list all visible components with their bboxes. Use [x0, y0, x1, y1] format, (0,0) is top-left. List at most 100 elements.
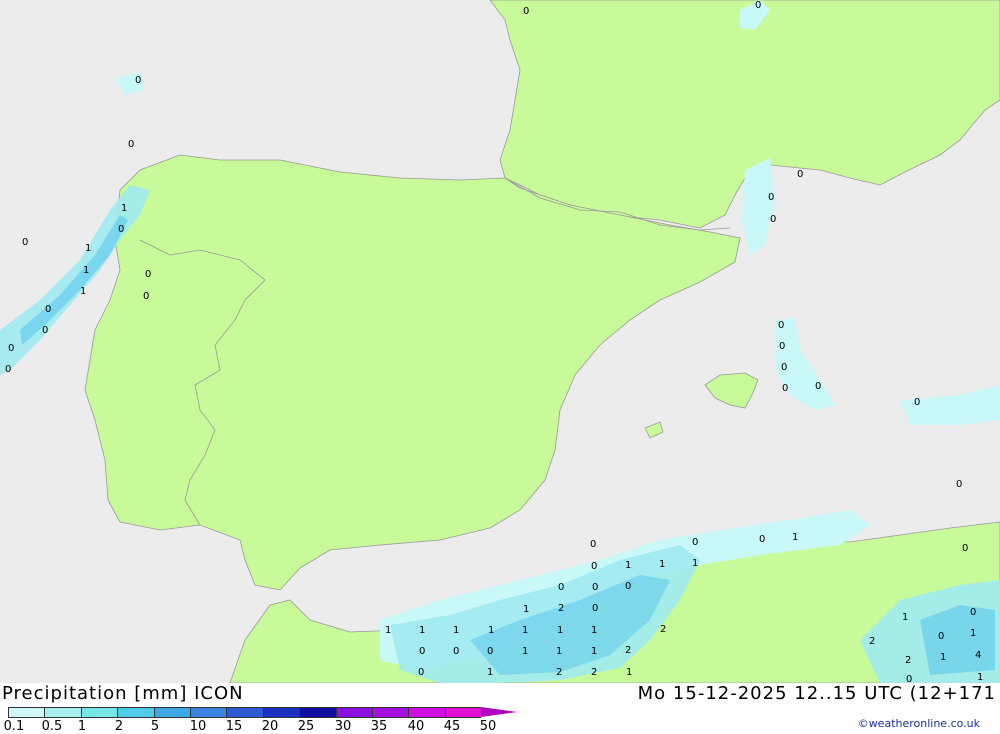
map-title: Precipitation [mm] ICON — [2, 683, 244, 704]
value-label: 0 — [906, 674, 912, 683]
value-label: 1 — [523, 604, 529, 615]
value-label: 0 — [523, 6, 529, 17]
legend-swatch — [299, 707, 336, 718]
legend-color-bar — [8, 707, 518, 718]
value-label: 0 — [956, 479, 962, 490]
value-label: 1 — [692, 558, 698, 569]
legend-label: 25 — [297, 719, 315, 734]
value-label: 2 — [558, 603, 564, 614]
legend-label: 20 — [261, 719, 279, 734]
legend-label: 2 — [114, 719, 124, 734]
value-label: 1 — [419, 625, 425, 636]
legend-swatch — [153, 707, 190, 718]
value-label: 0 — [591, 561, 597, 572]
legend-swatch — [262, 707, 300, 718]
value-label: 1 — [940, 652, 946, 663]
legend-label: 15 — [225, 719, 243, 734]
value-label: 0 — [592, 603, 598, 614]
legend-label: 0.1 — [3, 719, 25, 734]
value-label: 1 — [902, 612, 908, 623]
value-label: 0 — [938, 631, 944, 642]
value-label: 1 — [121, 203, 127, 214]
legend-swatch — [189, 707, 227, 718]
value-label: 0 — [778, 320, 784, 331]
value-label: 0 — [118, 224, 124, 235]
legend-swatch — [335, 707, 372, 718]
legend-swatch — [44, 707, 81, 718]
legend-footer: Precipitation [mm] ICON Mo 15-12-2025 12… — [0, 683, 1000, 734]
legend-swatch — [371, 707, 409, 718]
value-label: 0 — [759, 534, 765, 545]
legend-swatch — [444, 707, 482, 718]
value-label: 0 — [145, 269, 151, 280]
value-label: 0 — [419, 646, 425, 657]
value-label: 0 — [962, 543, 968, 554]
value-label: 1 — [83, 265, 89, 276]
value-label: 2 — [660, 624, 666, 635]
value-label: 0 — [914, 397, 920, 408]
value-label: 0 — [770, 214, 776, 225]
value-label: 1 — [488, 625, 494, 636]
value-label: 0 — [558, 582, 564, 593]
value-label: 0 — [8, 343, 14, 354]
value-label: 0 — [45, 304, 51, 315]
legend-swatch — [8, 707, 45, 718]
value-label: 0 — [797, 169, 803, 180]
value-label: 0 — [781, 362, 787, 373]
value-label: 0 — [779, 341, 785, 352]
value-label: 0 — [625, 581, 631, 592]
value-label: 0 — [815, 381, 821, 392]
value-label: 0 — [453, 646, 459, 657]
legend-arrow-icon — [481, 707, 518, 717]
legend-swatch — [80, 707, 118, 718]
value-label: 1 — [557, 625, 563, 636]
value-label: 0 — [418, 667, 424, 678]
legend-swatch — [408, 707, 445, 718]
precipitation-map: 0 0 0 0 1 0 0 1 1 0 1 0 0 0 0 0 0 0 0 0 … — [0, 0, 1000, 685]
value-label: 1 — [522, 625, 528, 636]
value-label: 0 — [487, 646, 493, 657]
value-label: 1 — [625, 560, 631, 571]
legend-label: 1 — [77, 719, 87, 734]
value-label: 1 — [970, 628, 976, 639]
legend-label: 0.5 — [41, 719, 63, 734]
forecast-datetime: Mo 15-12-2025 12..15 UTC (12+171 — [637, 683, 996, 704]
value-label: 0 — [590, 539, 596, 550]
legend-label: 5 — [150, 719, 160, 734]
value-label: 2 — [556, 667, 562, 678]
value-label: 0 — [135, 75, 141, 86]
value-label: 0 — [970, 607, 976, 618]
value-label: 0 — [22, 237, 28, 248]
value-label: 0 — [782, 383, 788, 394]
legend-swatch — [117, 707, 154, 718]
value-label: 1 — [792, 532, 798, 543]
value-label: 2 — [869, 636, 875, 647]
legend-label: 45 — [443, 719, 461, 734]
value-label: 1 — [80, 286, 86, 297]
value-label: 4 — [975, 650, 981, 661]
value-label: 1 — [487, 667, 493, 678]
value-label: 1 — [85, 243, 91, 254]
legend-label: 40 — [407, 719, 425, 734]
value-label: 0 — [42, 325, 48, 336]
value-label: 1 — [977, 672, 983, 683]
credit-link[interactable]: ©weatheronline.co.uk — [858, 717, 980, 730]
legend-label: 35 — [370, 719, 388, 734]
value-label: 1 — [591, 625, 597, 636]
value-label: 1 — [453, 625, 459, 636]
value-label: 0 — [768, 192, 774, 203]
value-label: 0 — [143, 291, 149, 302]
legend-labels: 0.1 0.5 1 2 5 10 15 20 25 30 35 40 45 50 — [0, 719, 520, 734]
value-label: 2 — [625, 645, 631, 656]
value-label: 0 — [128, 139, 134, 150]
legend-label: 10 — [189, 719, 207, 734]
value-label: 1 — [522, 646, 528, 657]
value-label: 1 — [385, 625, 391, 636]
map-canvas: 0 0 0 0 1 0 0 1 1 0 1 0 0 0 0 0 0 0 0 0 … — [0, 0, 1000, 685]
value-label: 0 — [592, 582, 598, 593]
value-label: 1 — [626, 667, 632, 678]
legend-swatch — [226, 707, 263, 718]
value-label: 2 — [591, 667, 597, 678]
value-label: 1 — [556, 646, 562, 657]
value-label: 2 — [905, 655, 911, 666]
